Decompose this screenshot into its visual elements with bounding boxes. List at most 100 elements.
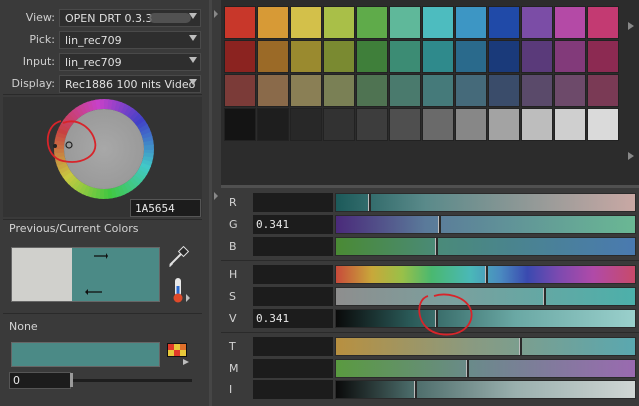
swatch-cell[interactable]	[257, 6, 289, 39]
previous-color-swatch[interactable]	[12, 248, 72, 301]
slider-handle[interactable]	[484, 266, 488, 283]
number-input[interactable]: 0	[9, 372, 71, 389]
none-color-swatch[interactable]	[11, 342, 160, 367]
swatch-cell[interactable]	[488, 6, 520, 39]
swatch-cell[interactable]	[554, 40, 586, 73]
slider-track[interactable]	[335, 380, 636, 399]
swatch-cell[interactable]	[389, 6, 421, 39]
slider-label: R	[229, 196, 237, 209]
swatch-cell[interactable]	[224, 6, 256, 39]
swatch-cell[interactable]	[455, 6, 487, 39]
swatch-cell[interactable]	[290, 40, 322, 73]
slider-value-input[interactable]	[253, 265, 333, 284]
field-value-input: lin_rec709	[65, 56, 122, 69]
slider-handle[interactable]	[368, 194, 372, 211]
slider-value-input[interactable]	[253, 380, 333, 399]
swatch-cell[interactable]	[455, 74, 487, 107]
slider-value-input[interactable]: 0.341	[253, 309, 333, 328]
slider-track[interactable]	[335, 193, 636, 212]
swatch-cell[interactable]	[422, 108, 454, 141]
field-dropdown-display[interactable]: Rec1886 100 nits Video	[59, 75, 201, 93]
swatch-cell[interactable]	[257, 40, 289, 73]
swatch-cell[interactable]	[323, 6, 355, 39]
swatch-cell[interactable]	[290, 6, 322, 39]
number-slider-track[interactable]	[72, 379, 192, 382]
swatch-cell[interactable]	[389, 40, 421, 73]
slider-handle[interactable]	[518, 338, 522, 355]
swatch-cell[interactable]	[488, 74, 520, 107]
swatch-cell[interactable]	[323, 40, 355, 73]
swatch-cell[interactable]	[587, 74, 619, 107]
eyedropper-icon[interactable]	[166, 245, 192, 269]
slider-value-input[interactable]	[253, 337, 333, 356]
slider-track[interactable]	[335, 265, 636, 284]
splitter-arrows	[212, 2, 220, 402]
swatch-cell[interactable]	[389, 108, 421, 141]
slider-handle[interactable]	[435, 238, 439, 255]
slider-value-input[interactable]	[253, 193, 333, 212]
swatch-cell[interactable]	[521, 108, 553, 141]
swatch-cell[interactable]	[521, 6, 553, 39]
swatch-cell[interactable]	[257, 74, 289, 107]
swatch-cell[interactable]	[356, 6, 388, 39]
swatch-cell[interactable]	[554, 108, 586, 141]
swatch-cell[interactable]	[455, 108, 487, 141]
slider-track[interactable]	[335, 287, 636, 306]
swatch-cell[interactable]	[554, 6, 586, 39]
swatch-cell[interactable]	[422, 74, 454, 107]
wheel-secondary-handle[interactable]	[53, 144, 57, 148]
scroll-arrow-icons	[628, 22, 634, 160]
swatch-cell[interactable]	[290, 74, 322, 107]
swatch-cell[interactable]	[587, 40, 619, 73]
slider-track[interactable]	[335, 359, 636, 378]
slider-handle[interactable]	[543, 288, 547, 305]
swatch-cell[interactable]	[224, 74, 256, 107]
swatch-cell[interactable]	[323, 108, 355, 141]
swatch-cell[interactable]	[356, 40, 388, 73]
slider-value-input[interactable]: 0.341	[253, 215, 333, 234]
swatch-cell[interactable]	[224, 108, 256, 141]
swatch-cell[interactable]	[587, 108, 619, 141]
hex-input[interactable]: 1A5654	[130, 199, 201, 217]
swatch-cell[interactable]	[422, 40, 454, 73]
swatch-cell[interactable]	[488, 108, 520, 141]
field-row-input: Input: lin_rec709	[0, 53, 205, 71]
swatch-cell[interactable]	[521, 40, 553, 73]
swatch-cell[interactable]	[389, 74, 421, 107]
field-dropdown-pick[interactable]: lin_rec709	[59, 31, 201, 49]
swatch-cell[interactable]	[521, 74, 553, 107]
chevron-down-icon[interactable]	[189, 79, 197, 85]
field-label-view: View:	[25, 11, 55, 24]
swatch-cell[interactable]	[554, 74, 586, 107]
field-dropdown-input[interactable]: lin_rec709	[59, 53, 201, 71]
slider-track[interactable]	[335, 337, 636, 356]
slider-handle[interactable]	[414, 381, 418, 398]
slider-track[interactable]	[335, 309, 636, 328]
swatch-cell[interactable]	[455, 40, 487, 73]
slider-value-input[interactable]	[253, 287, 333, 306]
swatch-cell[interactable]	[356, 74, 388, 107]
slider-value-input[interactable]	[253, 359, 333, 378]
swatch-cell[interactable]	[488, 40, 520, 73]
swatch-cell[interactable]	[290, 108, 322, 141]
slider-row-h: H	[221, 265, 639, 285]
slider-handle[interactable]	[438, 216, 442, 233]
swatch-cell[interactable]	[257, 108, 289, 141]
swatch-cell[interactable]	[587, 6, 619, 39]
slider-value-input[interactable]	[253, 237, 333, 256]
swatch-cell[interactable]	[323, 74, 355, 107]
slider-track[interactable]	[335, 237, 636, 256]
chevron-down-icon[interactable]	[189, 57, 197, 63]
chevron-down-icon[interactable]	[189, 35, 197, 41]
swatch-cell[interactable]	[224, 40, 256, 73]
swap-arrows-icon	[85, 253, 108, 295]
slider-handle[interactable]	[466, 360, 470, 377]
number-slider-handle[interactable]	[70, 373, 73, 387]
swatch-cell[interactable]	[422, 6, 454, 39]
field-label-input: Input:	[22, 55, 55, 68]
slider-track[interactable]	[335, 215, 636, 234]
thermometer-icon[interactable]	[168, 276, 192, 306]
palette-swatch-icon[interactable]	[166, 342, 192, 366]
slider-row-m: M	[221, 359, 639, 379]
swatch-cell[interactable]	[356, 108, 388, 141]
